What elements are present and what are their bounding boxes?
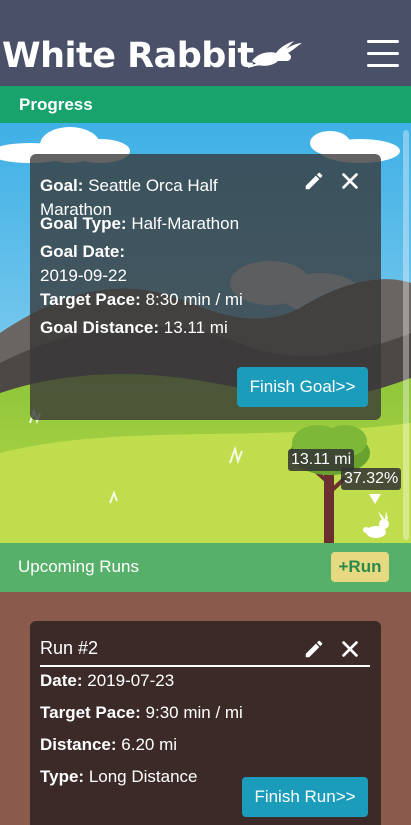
target-pace-row: Target Pace: 8:30 min / mi bbox=[40, 288, 245, 312]
runner-rabbit-icon bbox=[363, 511, 389, 538]
finish-run-button[interactable]: Finish Run>> bbox=[242, 777, 368, 817]
goal-type-label: Goal Type: bbox=[40, 214, 127, 233]
goal-distance-value: 13.11 mi bbox=[163, 318, 228, 337]
upcoming-runs-header: Upcoming Runs +Run bbox=[0, 543, 411, 592]
run-title: Run #2 bbox=[40, 638, 99, 658]
goal-card-actions bbox=[303, 170, 361, 192]
run-date-row: Date: 2019-07-23 bbox=[40, 669, 245, 693]
top-header: White Rabbit bbox=[0, 0, 411, 86]
run-pace-row: Target Pace: 9:30 min / mi bbox=[40, 701, 245, 725]
goal-type-row: Goal Type: Half-Marathon bbox=[40, 212, 245, 236]
run-date-label: Date: bbox=[40, 671, 83, 690]
app-title: White Rabbit bbox=[2, 36, 254, 76]
close-icon[interactable] bbox=[339, 170, 361, 192]
goal-type-value: Half-Marathon bbox=[131, 214, 240, 233]
rabbit-logo-icon bbox=[247, 41, 302, 68]
app-root: White Rabbit Progress Goal: Seattle Orca… bbox=[0, 0, 411, 825]
goal-details: Goal: Seattle Orca Half Marathon Goal Ty… bbox=[40, 174, 245, 340]
goal-date-label: Goal Date: bbox=[40, 242, 126, 261]
pencil-icon[interactable] bbox=[303, 170, 325, 192]
run-distance-row: Distance: 6.20 mi bbox=[40, 733, 245, 757]
run-type-value: Long Distance bbox=[88, 767, 198, 786]
goal-card: Goal: Seattle Orca Half Marathon Goal Ty… bbox=[30, 154, 381, 420]
target-pace-value: 8:30 min / mi bbox=[145, 290, 243, 309]
run-date-value: 2019-07-23 bbox=[87, 671, 175, 690]
run-card-actions bbox=[303, 638, 361, 660]
goal-date-value: 2019-09-22 bbox=[40, 266, 127, 285]
scrollbar[interactable] bbox=[403, 130, 409, 540]
progress-pointer-icon bbox=[369, 494, 381, 504]
add-run-button[interactable]: +Run bbox=[331, 552, 389, 582]
run-distance-label: Distance: bbox=[40, 735, 117, 754]
finish-goal-button[interactable]: Finish Goal>> bbox=[237, 367, 368, 407]
progress-section-header: Progress bbox=[0, 86, 411, 123]
progress-label: Progress bbox=[19, 95, 93, 114]
run-pace-value: 9:30 min / mi bbox=[145, 703, 243, 722]
run-type-label: Type: bbox=[40, 767, 85, 786]
run-divider bbox=[40, 665, 370, 667]
goal-distance-row: Goal Distance: 13.11 mi bbox=[40, 316, 245, 340]
run-pace-label: Target Pace: bbox=[40, 703, 141, 722]
run-details: Date: 2019-07-23 Target Pace: 9:30 min /… bbox=[40, 669, 245, 789]
target-pace-label: Target Pace: bbox=[40, 290, 141, 309]
goal-label: Goal: bbox=[40, 176, 84, 195]
close-icon[interactable] bbox=[339, 638, 361, 660]
brand[interactable]: White Rabbit bbox=[2, 34, 302, 78]
goal-distance-label: Goal Distance: bbox=[40, 318, 160, 337]
upcoming-runs-label: Upcoming Runs bbox=[18, 557, 139, 576]
goal-date-row: Goal Date: 2019-09-22 bbox=[40, 240, 245, 288]
hamburger-menu-icon[interactable] bbox=[367, 40, 399, 70]
run-distance-value: 6.20 mi bbox=[121, 735, 178, 754]
progress-percent-tag: 37.32% bbox=[341, 468, 402, 490]
pencil-icon[interactable] bbox=[303, 638, 325, 660]
run-type-row: Type: Long Distance bbox=[40, 765, 245, 789]
run-card: Run #2 Date: 2019-07-23 Target Pace: 9:3… bbox=[30, 621, 381, 825]
